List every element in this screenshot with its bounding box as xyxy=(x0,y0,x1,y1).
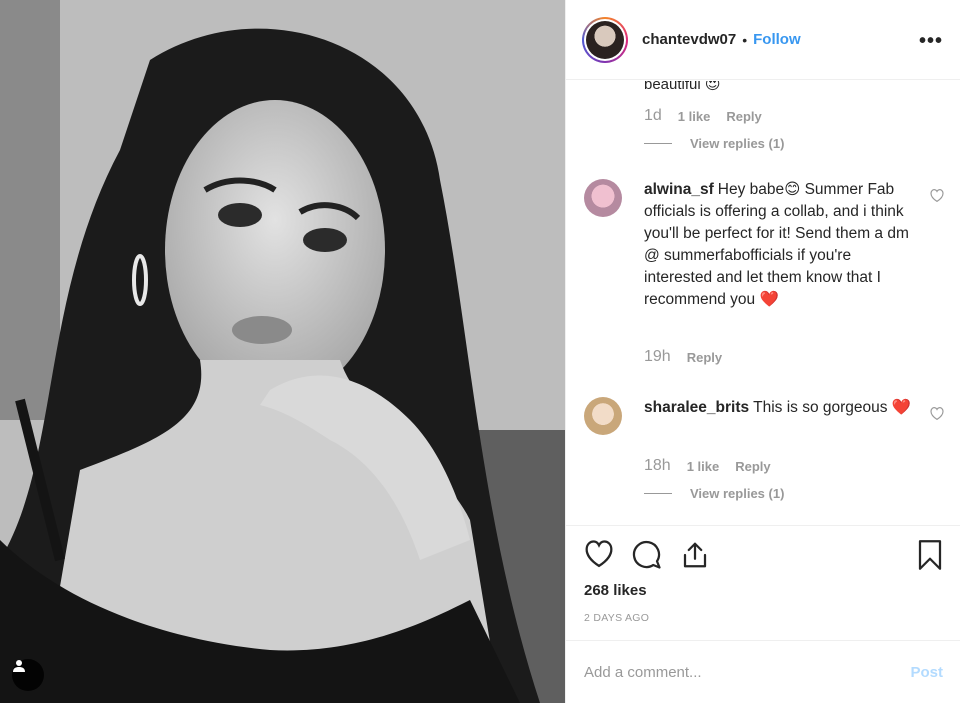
commenter-username[interactable]: alwina_sf xyxy=(644,181,714,198)
photo-illustration xyxy=(0,0,565,703)
comment-meta: 1d 1 like Reply xyxy=(644,107,762,125)
author-avatar[interactable] xyxy=(582,16,628,63)
reply-button[interactable]: Reply xyxy=(726,109,761,124)
user-icon xyxy=(13,660,25,672)
post-comment-button[interactable]: Post xyxy=(910,664,943,681)
view-replies-button[interactable]: View replies (1) xyxy=(644,136,784,151)
like-icon[interactable] xyxy=(584,540,614,573)
comment-input[interactable] xyxy=(584,663,911,681)
comment-text: Hey babe😊 Summer Fab officials is offeri… xyxy=(644,181,909,308)
view-replies-label: View replies (1) xyxy=(690,486,785,501)
partial-comment-text: beautiful 😍 xyxy=(644,81,721,93)
comments-list[interactable]: beautiful 😍 1d 1 like Reply View replies… xyxy=(566,81,960,526)
share-icon[interactable] xyxy=(680,540,710,575)
follow-button[interactable]: Follow xyxy=(753,31,801,48)
comment-text: This is so gorgeous ❤️ xyxy=(753,399,912,416)
comment-time[interactable]: 1d xyxy=(644,107,662,125)
comment-body: sharalee_brits This is so gorgeous ❤️ xyxy=(644,397,914,419)
likes-count[interactable]: 268 likes xyxy=(584,582,647,599)
more-options-icon[interactable]: ••• xyxy=(919,30,943,53)
comment-item: sharalee_brits This is so gorgeous ❤️ xyxy=(584,397,944,447)
author-username[interactable]: chantevdw07 xyxy=(642,31,736,48)
reply-button[interactable]: Reply xyxy=(735,459,770,474)
comment-likes[interactable]: 1 like xyxy=(678,109,711,124)
view-replies-line xyxy=(644,493,672,494)
reply-button[interactable]: Reply xyxy=(687,350,722,365)
action-bar xyxy=(566,540,960,576)
header-separator: • xyxy=(742,31,748,48)
comment-meta: 18h 1 like Reply xyxy=(644,457,771,475)
like-comment-icon[interactable] xyxy=(930,407,944,425)
commenter-avatar[interactable] xyxy=(584,179,622,217)
post-header: chantevdw07 • Follow ••• xyxy=(566,0,960,80)
post-date[interactable]: 2 DAYS AGO xyxy=(584,612,649,624)
comment-time[interactable]: 19h xyxy=(644,348,671,366)
commenter-username[interactable]: sharalee_brits xyxy=(644,399,749,416)
author-avatar-image xyxy=(586,20,624,59)
commenter-avatar[interactable] xyxy=(584,397,622,435)
save-bookmark-icon[interactable] xyxy=(917,540,943,575)
like-comment-icon[interactable] xyxy=(930,189,944,207)
comment-body: alwina_sf Hey babe😊 Summer Fab officials … xyxy=(644,179,914,311)
comment-item: alwina_sf Hey babe😊 Summer Fab officials … xyxy=(584,179,944,329)
post-photo[interactable] xyxy=(0,0,565,703)
comment-icon[interactable] xyxy=(632,540,662,575)
view-replies-line xyxy=(644,143,672,144)
tagged-users-button[interactable] xyxy=(12,659,44,691)
post-panel: chantevdw07 • Follow ••• beautiful 😍 1d … xyxy=(565,0,960,703)
view-replies-button[interactable]: View replies (1) xyxy=(644,486,784,501)
comment-likes[interactable]: 1 like xyxy=(687,459,720,474)
comment-time[interactable]: 18h xyxy=(644,457,671,475)
comment-meta: 19h Reply xyxy=(644,348,722,366)
add-comment-bar: Post xyxy=(566,640,960,703)
view-replies-label: View replies (1) xyxy=(690,136,785,151)
